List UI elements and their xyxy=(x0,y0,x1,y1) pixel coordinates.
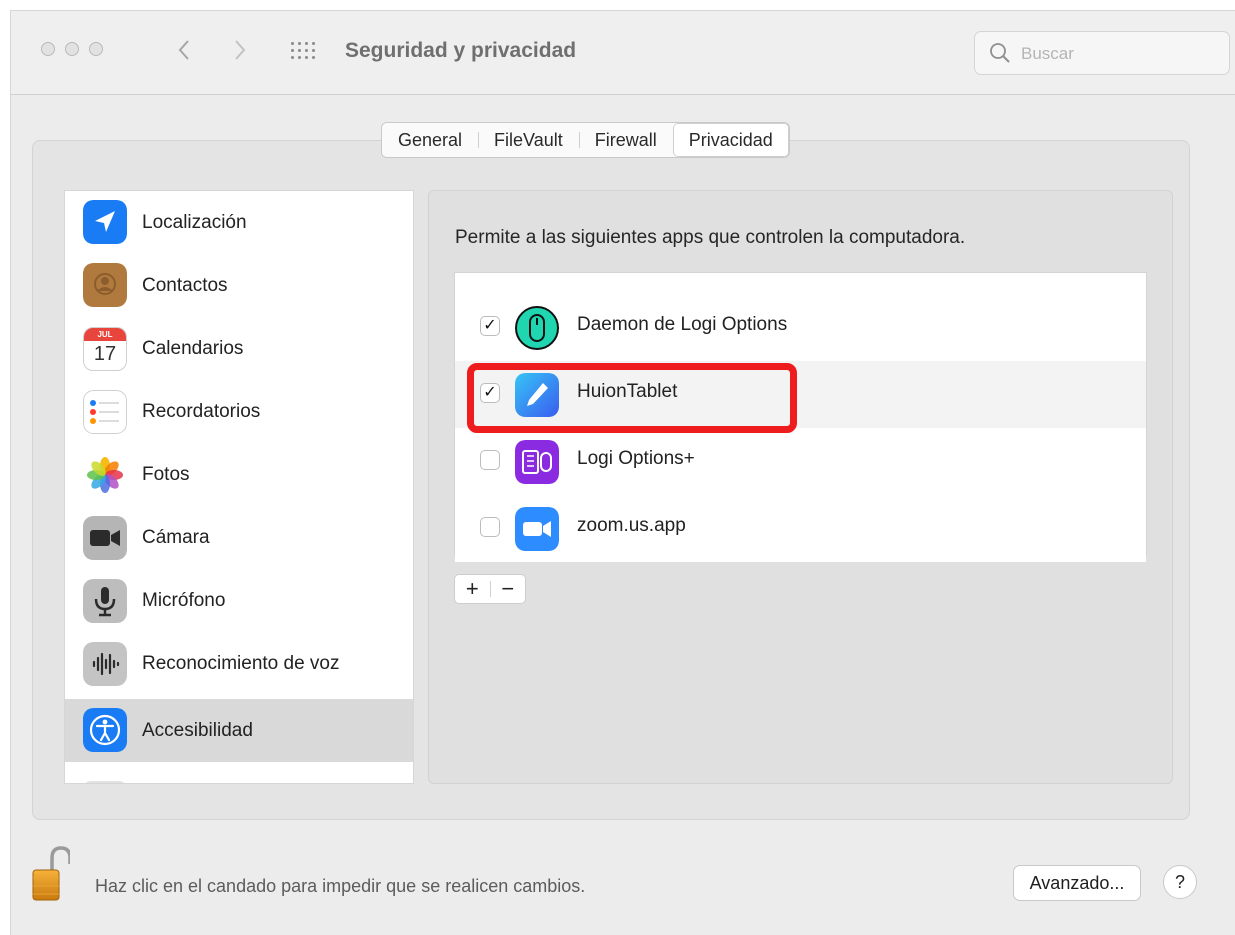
show-all-grid-icon[interactable] xyxy=(291,42,319,60)
privacy-category-list[interactable]: Localización Contactos JUL 17 Calendario… xyxy=(64,190,414,784)
partial-next-item-icon xyxy=(83,781,127,783)
search-input[interactable] xyxy=(1019,40,1223,68)
zoom-window-button[interactable] xyxy=(89,42,103,56)
reminders-icon xyxy=(83,390,127,434)
sidebar-item-label: Micrófono xyxy=(142,589,226,611)
chevron-left-icon xyxy=(178,40,189,60)
list-item-daemon-logi-options[interactable]: ✓ Daemon de Logi Options xyxy=(455,294,1146,361)
camera-icon xyxy=(83,516,127,560)
microphone-icon xyxy=(83,579,127,623)
calendar-icon: JUL 17 xyxy=(83,327,127,371)
calendar-month: JUL xyxy=(84,328,126,341)
toolbar: Seguridad y privacidad xyxy=(11,11,1235,95)
add-app-button[interactable]: + xyxy=(455,575,490,603)
contacts-icon xyxy=(83,263,127,307)
sidebar-item-label: Reconocimiento de voz xyxy=(142,652,340,674)
sidebar-item-label: Localización xyxy=(142,211,247,233)
forward-button[interactable] xyxy=(225,33,255,67)
logi-mouse-icon xyxy=(515,306,559,350)
tab-privacidad[interactable]: Privacidad xyxy=(672,123,789,157)
remove-app-button[interactable]: − xyxy=(491,575,526,603)
permission-description: Permite a las siguientes apps que contro… xyxy=(455,227,966,248)
app-name: Logi Options+ xyxy=(577,448,695,469)
help-button[interactable]: ? xyxy=(1163,865,1197,899)
sidebar-item-recordatorios[interactable]: Recordatorios xyxy=(65,380,413,443)
logi-options-plus-icon xyxy=(515,440,559,484)
sidebar-item-label: Calendarios xyxy=(142,337,244,359)
list-item-zoom[interactable]: zoom.us.app xyxy=(455,495,1146,562)
sidebar-item-reconocimiento-de-voz[interactable]: Reconocimiento de voz xyxy=(65,632,413,695)
tab-firewall[interactable]: Firewall xyxy=(578,123,673,157)
sidebar-item-contactos[interactable]: Contactos xyxy=(65,254,413,317)
calendar-day: 17 xyxy=(93,343,117,365)
app-checkbox-logi-options-plus[interactable] xyxy=(480,450,500,470)
lock-status-text: Haz clic en el candado para impedir que … xyxy=(95,876,586,896)
app-checkbox-zoom[interactable] xyxy=(480,517,500,537)
accessibility-icon xyxy=(83,708,127,752)
close-window-button[interactable] xyxy=(41,42,55,56)
sidebar-item-microfono[interactable]: Micrófono xyxy=(65,569,413,632)
back-button[interactable] xyxy=(169,33,199,67)
sidebar-item-label: Recordatorios xyxy=(142,400,261,422)
sidebar-item-accesibilidad[interactable]: Accesibilidad xyxy=(65,699,413,762)
list-item-logi-options-plus[interactable]: Logi Options+ xyxy=(455,428,1146,495)
search-icon xyxy=(990,43,1010,63)
app-checkbox-daemon-logi-options[interactable]: ✓ xyxy=(480,316,500,336)
highlight-box xyxy=(467,363,797,433)
voice-waveform-icon xyxy=(83,642,127,686)
sidebar-item-localizacion[interactable]: Localización xyxy=(65,191,413,254)
advanced-button[interactable]: Avanzado... xyxy=(1013,865,1141,901)
minimize-window-button[interactable] xyxy=(65,42,79,56)
sidebar-item-label: Contactos xyxy=(142,274,228,296)
window-title: Seguridad y privacidad xyxy=(345,39,577,62)
sidebar-item-label: Fotos xyxy=(142,463,190,485)
sidebar-item-fotos[interactable]: Fotos xyxy=(65,443,413,506)
app-name: zoom.us.app xyxy=(577,515,686,536)
location-arrow-icon xyxy=(83,200,127,244)
sidebar-item-label: Accesibilidad xyxy=(142,719,253,741)
chevron-right-icon xyxy=(235,40,246,60)
tab-bar: General FileVault Firewall Privacidad xyxy=(381,122,790,158)
lock-open-icon[interactable] xyxy=(30,846,70,902)
sidebar-item-calendarios[interactable]: JUL 17 Calendarios xyxy=(65,317,413,380)
sidebar-item-label: Cámara xyxy=(142,526,210,548)
add-remove-control: + − xyxy=(454,574,526,604)
tab-general[interactable]: General xyxy=(382,123,479,157)
search-field[interactable] xyxy=(974,31,1230,75)
zoom-camera-icon xyxy=(515,507,559,551)
photos-icon xyxy=(83,453,127,497)
sidebar-item-camara[interactable]: Cámara xyxy=(65,506,413,569)
app-name: Daemon de Logi Options xyxy=(577,314,788,335)
tab-filevault[interactable]: FileVault xyxy=(478,123,579,157)
